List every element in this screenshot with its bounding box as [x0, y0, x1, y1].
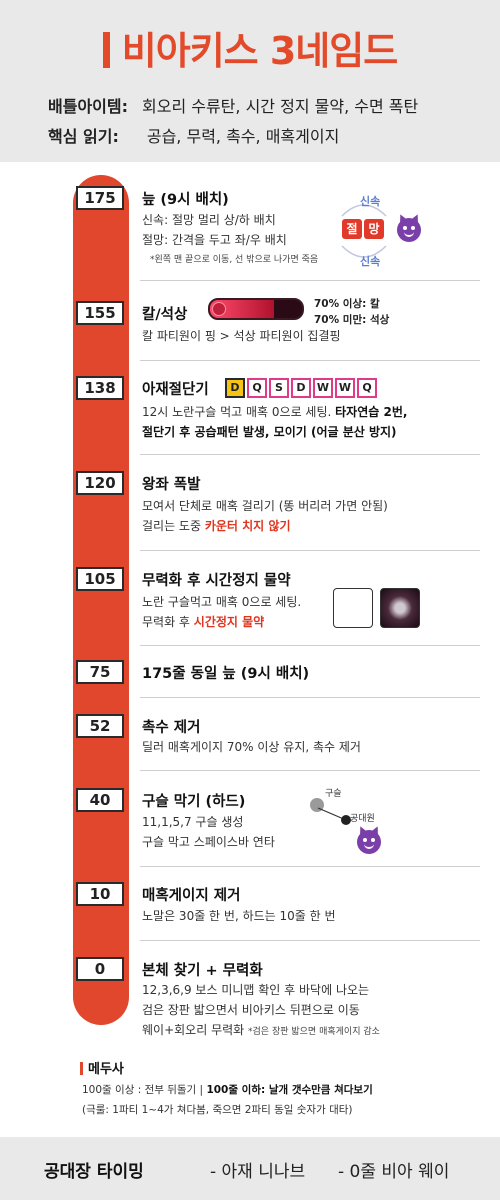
row-divider [140, 645, 480, 646]
row-text-52-1: 딜러 매혹게이지 70% 이상 유지, 촉수 제거 [142, 740, 361, 754]
line-badge-10: 10 [76, 882, 124, 906]
footer: 공대장 타이밍 - 아재 니나브 - 0줄 비아 웨이 [0, 1137, 500, 1200]
row-divider [140, 940, 480, 941]
line-badge-75: 75 [76, 660, 124, 684]
row-text-40-2: 구슬 막고 스페이스바 연타 [142, 835, 275, 849]
page-title-wrap: 비아키스 3네임드 [0, 20, 500, 75]
speed-label-bottom: 신속 [360, 255, 381, 268]
row-divider [140, 454, 480, 455]
row-note-0: *검은 장판 밟으면 매혹게이지 감소 [248, 1027, 380, 1037]
row-text-138-1-pre: 12시 노란구슬 먹고 매혹 0으로 세팅. [142, 405, 336, 419]
page-title: 비아키스 3네임드 [102, 29, 398, 73]
line-badge-175: 175 [76, 186, 124, 210]
medusa-line-1: 100줄 이상 : 전부 뒤돌기 | 100줄 이하: 날개 갯수만큼 쳐다보기 [82, 1082, 373, 1097]
gauge-low-text: 70% 미만: 석상 [314, 314, 390, 326]
member-label: 공대원 [350, 814, 375, 824]
line-badge-52: 52 [76, 714, 124, 738]
row-title-0: 본체 찾기 + 무력화 [142, 963, 263, 979]
gauge-knob-icon [212, 302, 226, 316]
key-cap: Q [357, 378, 377, 398]
row-title-155: 칼/석상 [142, 307, 188, 323]
charm-gauge [208, 298, 304, 320]
row-text-0-2: 검은 장판 밟으면서 비아키스 뒤편으로 이동 [142, 1003, 360, 1017]
row-text-138-1-bold: 타자연습 2번, [335, 405, 408, 419]
key-cap: D [225, 378, 245, 398]
row-divider [140, 360, 480, 361]
row-text-120-2: 걸리는 도중 카운터 치지 않기 [142, 516, 290, 536]
key-cap: W [313, 378, 333, 398]
row-title-138: 아재절단기 [142, 382, 209, 398]
battle-items-value: 회오리 수류탄, 시간 정지 물약, 수면 폭탄 [142, 97, 419, 116]
row-title-40: 구슬 막기 (하드) [142, 794, 246, 810]
battle-items-line: 배틀아이템: 회오리 수류탄, 시간 정지 물약, 수면 폭탄 [48, 93, 418, 117]
line-badge-0: 0 [76, 957, 124, 981]
row-text-175-2: 절망: 간격을 두고 좌/우 배치 [142, 233, 287, 247]
row-text-105-1: 노란 구슬먹고 매혹 0으로 세팅. [142, 595, 302, 609]
row-text-138-2: 절단기 후 공습패턴 발생, 모이기 (어글 분산 방지) [142, 425, 397, 439]
core-label: 핵심 읽기: [48, 127, 119, 146]
row-title-120: 왕좌 폭발 [142, 477, 201, 493]
medusa-title: 메두사 [80, 1058, 124, 1077]
footer-label: 공대장 타이밍 [44, 1162, 144, 1182]
medusa-line-2: (극룰: 1파티 1~4가 쳐다봄, 죽으면 2파티 동일 숫자가 대타) [82, 1104, 353, 1116]
despair-box-1: 절 [342, 219, 362, 239]
devil-icon [397, 218, 421, 242]
page-title-text: 비아키스 3네임드 [121, 29, 398, 73]
gauge-high-text: 70% 이상: 칼 [314, 298, 380, 310]
row-text-138-1: 12시 노란구슬 먹고 매혹 0으로 세팅. 타자연습 2번, [142, 402, 407, 422]
row-text-175-1: 신속: 절망 멀리 상/하 배치 [142, 213, 276, 227]
key-cap: S [269, 378, 289, 398]
row-divider [140, 866, 480, 867]
row-text-105-2: 무력화 후 시간정지 물약 [142, 612, 264, 632]
key-cap: Q [247, 378, 267, 398]
row-text-0-3-main: 웨이+회오리 무력화 [142, 1023, 245, 1037]
footer-item-1: - 아재 니나브 [210, 1162, 306, 1182]
row-text-10-1: 노말은 30줄 한 번, 하드는 10줄 한 번 [142, 909, 336, 923]
row-title-75: 175줄 동일 늪 (9시 배치) [142, 666, 310, 682]
row-title-175: 늪 (9시 배치) [142, 192, 229, 208]
footer-item-2: - 0줄 비아 웨이 [338, 1162, 450, 1182]
despair-box-2: 망 [364, 219, 384, 239]
row-text-120-1: 모여서 단체로 매혹 걸리기 (똥 버리러 가면 안됨) [142, 499, 388, 513]
medusa-title-text: 메두사 [88, 1062, 124, 1077]
line-badge-40: 40 [76, 788, 124, 812]
row-text-105-2-pre: 무력화 후 [142, 615, 194, 629]
whirlwind-grenade-icon [333, 588, 373, 628]
row-text-0-3: 웨이+회오리 무력화 *검은 장판 밟으면 매혹게이지 감소 [142, 1020, 380, 1042]
medusa-bar-icon [80, 1062, 83, 1075]
battle-items-label: 배틀아이템: [48, 97, 128, 116]
speed-label-top: 신속 [360, 195, 381, 208]
key-cap: W [335, 378, 355, 398]
line-badge-120: 120 [76, 471, 124, 495]
line-badge-155: 155 [76, 301, 124, 325]
row-text-155-1: 칼 파티원이 핑 > 석상 파티원이 집결핑 [142, 329, 341, 343]
line-badge-105: 105 [76, 567, 124, 591]
row-divider [140, 770, 480, 771]
row-divider [140, 280, 480, 281]
orb-label: 구슬 [325, 789, 342, 799]
key-cap: D [291, 378, 311, 398]
row-text-120-2-red: 카운터 치지 않기 [204, 519, 291, 533]
medusa-line-1-bold: 100줄 이하: 날개 갯수만큼 쳐다보기 [206, 1084, 373, 1096]
devil-icon [357, 830, 381, 854]
row-title-10: 매혹게이지 제거 [142, 888, 241, 904]
key-sequence: DQSDWWQ [225, 376, 379, 400]
title-bar-icon [102, 32, 110, 68]
row-title-52: 촉수 제거 [142, 720, 201, 736]
medusa-line-1-pre: 100줄 이상 : 전부 뒤돌기 | [82, 1084, 207, 1096]
row-note-175: *왼쪽 맨 끝으로 이동, 선 밖으로 나가면 죽음 [150, 255, 319, 265]
core-value: 공습, 무력, 촉수, 매혹게이지 [146, 127, 340, 146]
row-divider [140, 550, 480, 551]
row-text-40-1: 11,1,5,7 구슬 생성 [142, 815, 244, 829]
row-divider [140, 697, 480, 698]
row-text-0-1: 12,3,6,9 보스 미니맵 확인 후 바닥에 나오는 [142, 983, 370, 997]
line-badge-138: 138 [76, 376, 124, 400]
row-text-120-2-pre: 걸리는 도중 [142, 519, 205, 533]
core-line: 핵심 읽기: 공습, 무력, 촉수, 매혹게이지 [48, 123, 339, 147]
row-title-105: 무력화 후 시간정지 물약 [142, 573, 291, 589]
row-text-105-2-red: 시간정지 물약 [193, 615, 265, 629]
time-stop-potion-icon [380, 588, 420, 628]
header: 비아키스 3네임드 배틀아이템: 회오리 수류탄, 시간 정지 물약, 수면 폭탄… [0, 0, 500, 162]
